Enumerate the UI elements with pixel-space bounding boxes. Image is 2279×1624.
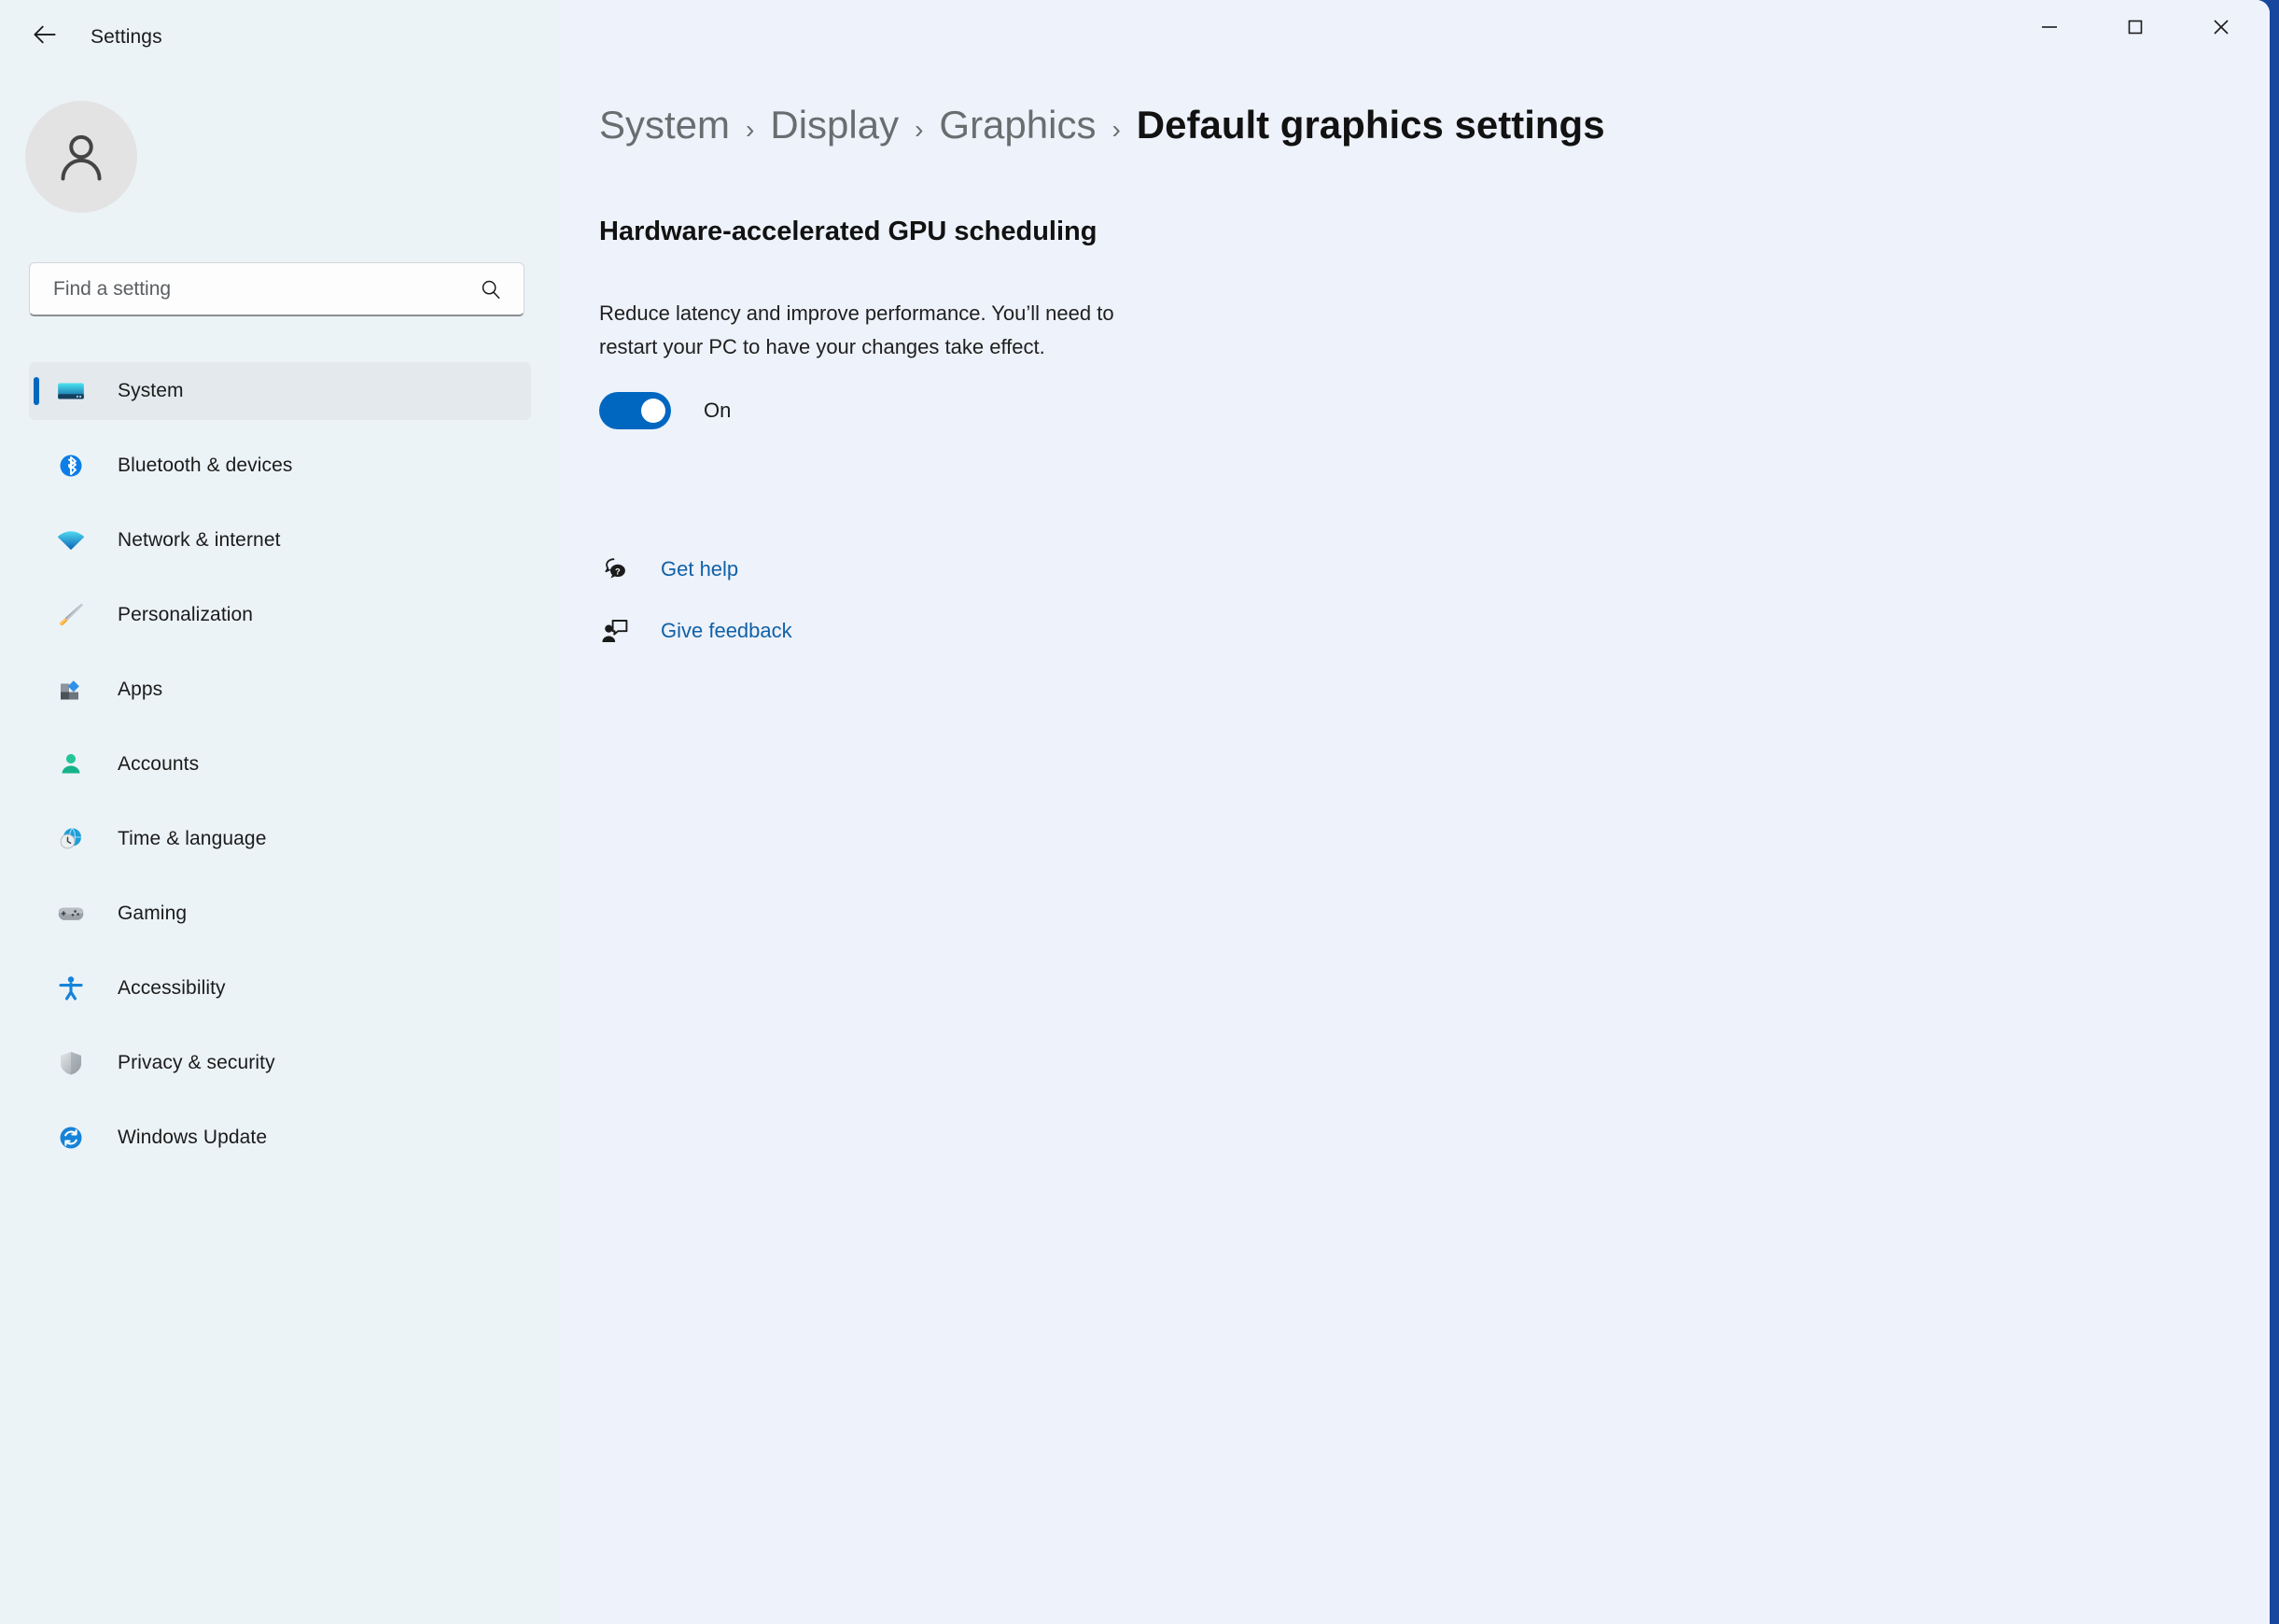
maximize-icon	[2128, 20, 2143, 35]
give-feedback-label: Give feedback	[661, 619, 792, 642]
account-person-icon	[52, 749, 90, 779]
gpu-scheduling-toggle-row: On	[599, 392, 731, 429]
settings-window: Settings Find a setting System Bluetooth…	[0, 0, 2270, 1624]
breadcrumb-item-current: Default graphics settings	[1136, 103, 1605, 147]
get-help-label: Get help	[661, 557, 739, 581]
sidebar-item-accessibility[interactable]: Accessibility	[29, 959, 531, 1017]
person-avatar-icon	[61, 134, 102, 181]
svg-text:?: ?	[615, 567, 621, 577]
app-title: Settings	[91, 26, 162, 48]
title-bar: Settings	[0, 0, 2270, 69]
sidebar-item-label: Time & language	[118, 828, 267, 849]
sidebar-item-label: Accessibility	[118, 977, 226, 999]
sidebar-item-label: Accounts	[118, 753, 200, 775]
apps-blocks-icon	[52, 675, 90, 705]
sidebar-item-label: Gaming	[118, 903, 188, 924]
sidebar-item-system[interactable]: System	[29, 362, 531, 420]
sidebar-item-personalization[interactable]: Personalization	[29, 586, 531, 644]
sidebar-item-accounts[interactable]: Accounts	[29, 735, 531, 793]
breadcrumb-item-graphics[interactable]: Graphics	[939, 103, 1096, 147]
gamepad-icon	[52, 898, 90, 930]
chevron-right-icon: ›	[1112, 115, 1121, 144]
breadcrumb-item-system[interactable]: System	[599, 103, 730, 147]
search-input[interactable]	[51, 276, 447, 301]
sidebar-item-label: System	[118, 380, 184, 401]
sidebar-item-privacy-security[interactable]: Privacy & security	[29, 1034, 531, 1092]
support-links: ? Get help Give feedback	[599, 549, 792, 651]
sidebar-item-apps[interactable]: Apps	[29, 661, 531, 719]
close-icon	[2214, 20, 2229, 35]
sidebar-item-gaming[interactable]: Gaming	[29, 885, 531, 943]
update-refresh-icon	[52, 1123, 90, 1153]
main-content: System › Display › Graphics › Default gr…	[560, 0, 2270, 1624]
help-question-bubble-icon: ?	[599, 553, 631, 585]
sidebar-item-label: Network & internet	[118, 529, 281, 551]
section-description: Reduce latency and improve performance. …	[599, 301, 1114, 358]
wifi-icon	[52, 525, 90, 556]
breadcrumb-item-display[interactable]: Display	[770, 103, 899, 147]
feedback-person-bubble-icon	[599, 615, 631, 647]
sidebar-item-label: Privacy & security	[118, 1052, 275, 1073]
toggle-state-label: On	[704, 399, 732, 422]
toggle-knob	[641, 399, 665, 423]
sidebar-item-windows-update[interactable]: Windows Update	[29, 1109, 531, 1167]
bluetooth-icon	[52, 451, 90, 481]
sidebar-nav: System Bluetooth & devices Network & int…	[0, 362, 560, 1167]
minimize-button[interactable]	[2006, 0, 2092, 54]
page-title: Hardware-accelerated GPU scheduling	[599, 217, 1098, 246]
back-button[interactable]	[21, 11, 69, 58]
selection-indicator	[34, 377, 39, 405]
chevron-right-icon: ›	[746, 115, 755, 144]
sidebar-item-time-language[interactable]: Time & language	[29, 810, 531, 868]
minimize-icon	[2042, 26, 2057, 28]
search-box[interactable]	[29, 262, 524, 316]
search-icon	[477, 275, 505, 303]
paintbrush-icon	[52, 599, 90, 631]
shield-icon	[52, 1048, 90, 1078]
maximize-button[interactable]	[2092, 0, 2178, 54]
sidebar-item-label: Personalization	[118, 604, 254, 625]
sidebar-item-label: Bluetooth & devices	[118, 455, 293, 476]
back-arrow-icon	[34, 25, 56, 44]
breadcrumb: System › Display › Graphics › Default gr…	[599, 103, 1605, 147]
system-monitor-icon	[52, 375, 90, 407]
sidebar: System Bluetooth & devices	[0, 0, 560, 1624]
accessibility-icon	[52, 973, 90, 1003]
clock-globe-icon	[52, 824, 90, 854]
give-feedback-link[interactable]: Give feedback	[599, 610, 792, 651]
gpu-scheduling-toggle[interactable]	[599, 392, 671, 429]
get-help-link[interactable]: ? Get help	[599, 549, 792, 590]
sidebar-item-network-internet[interactable]: Network & internet	[29, 511, 531, 569]
sidebar-item-label: Apps	[118, 679, 163, 700]
close-button[interactable]	[2178, 0, 2264, 54]
chevron-right-icon: ›	[915, 115, 924, 144]
sidebar-item-bluetooth-devices[interactable]: Bluetooth & devices	[29, 437, 531, 495]
sidebar-item-label: Windows Update	[118, 1127, 268, 1148]
avatar[interactable]	[25, 101, 137, 213]
